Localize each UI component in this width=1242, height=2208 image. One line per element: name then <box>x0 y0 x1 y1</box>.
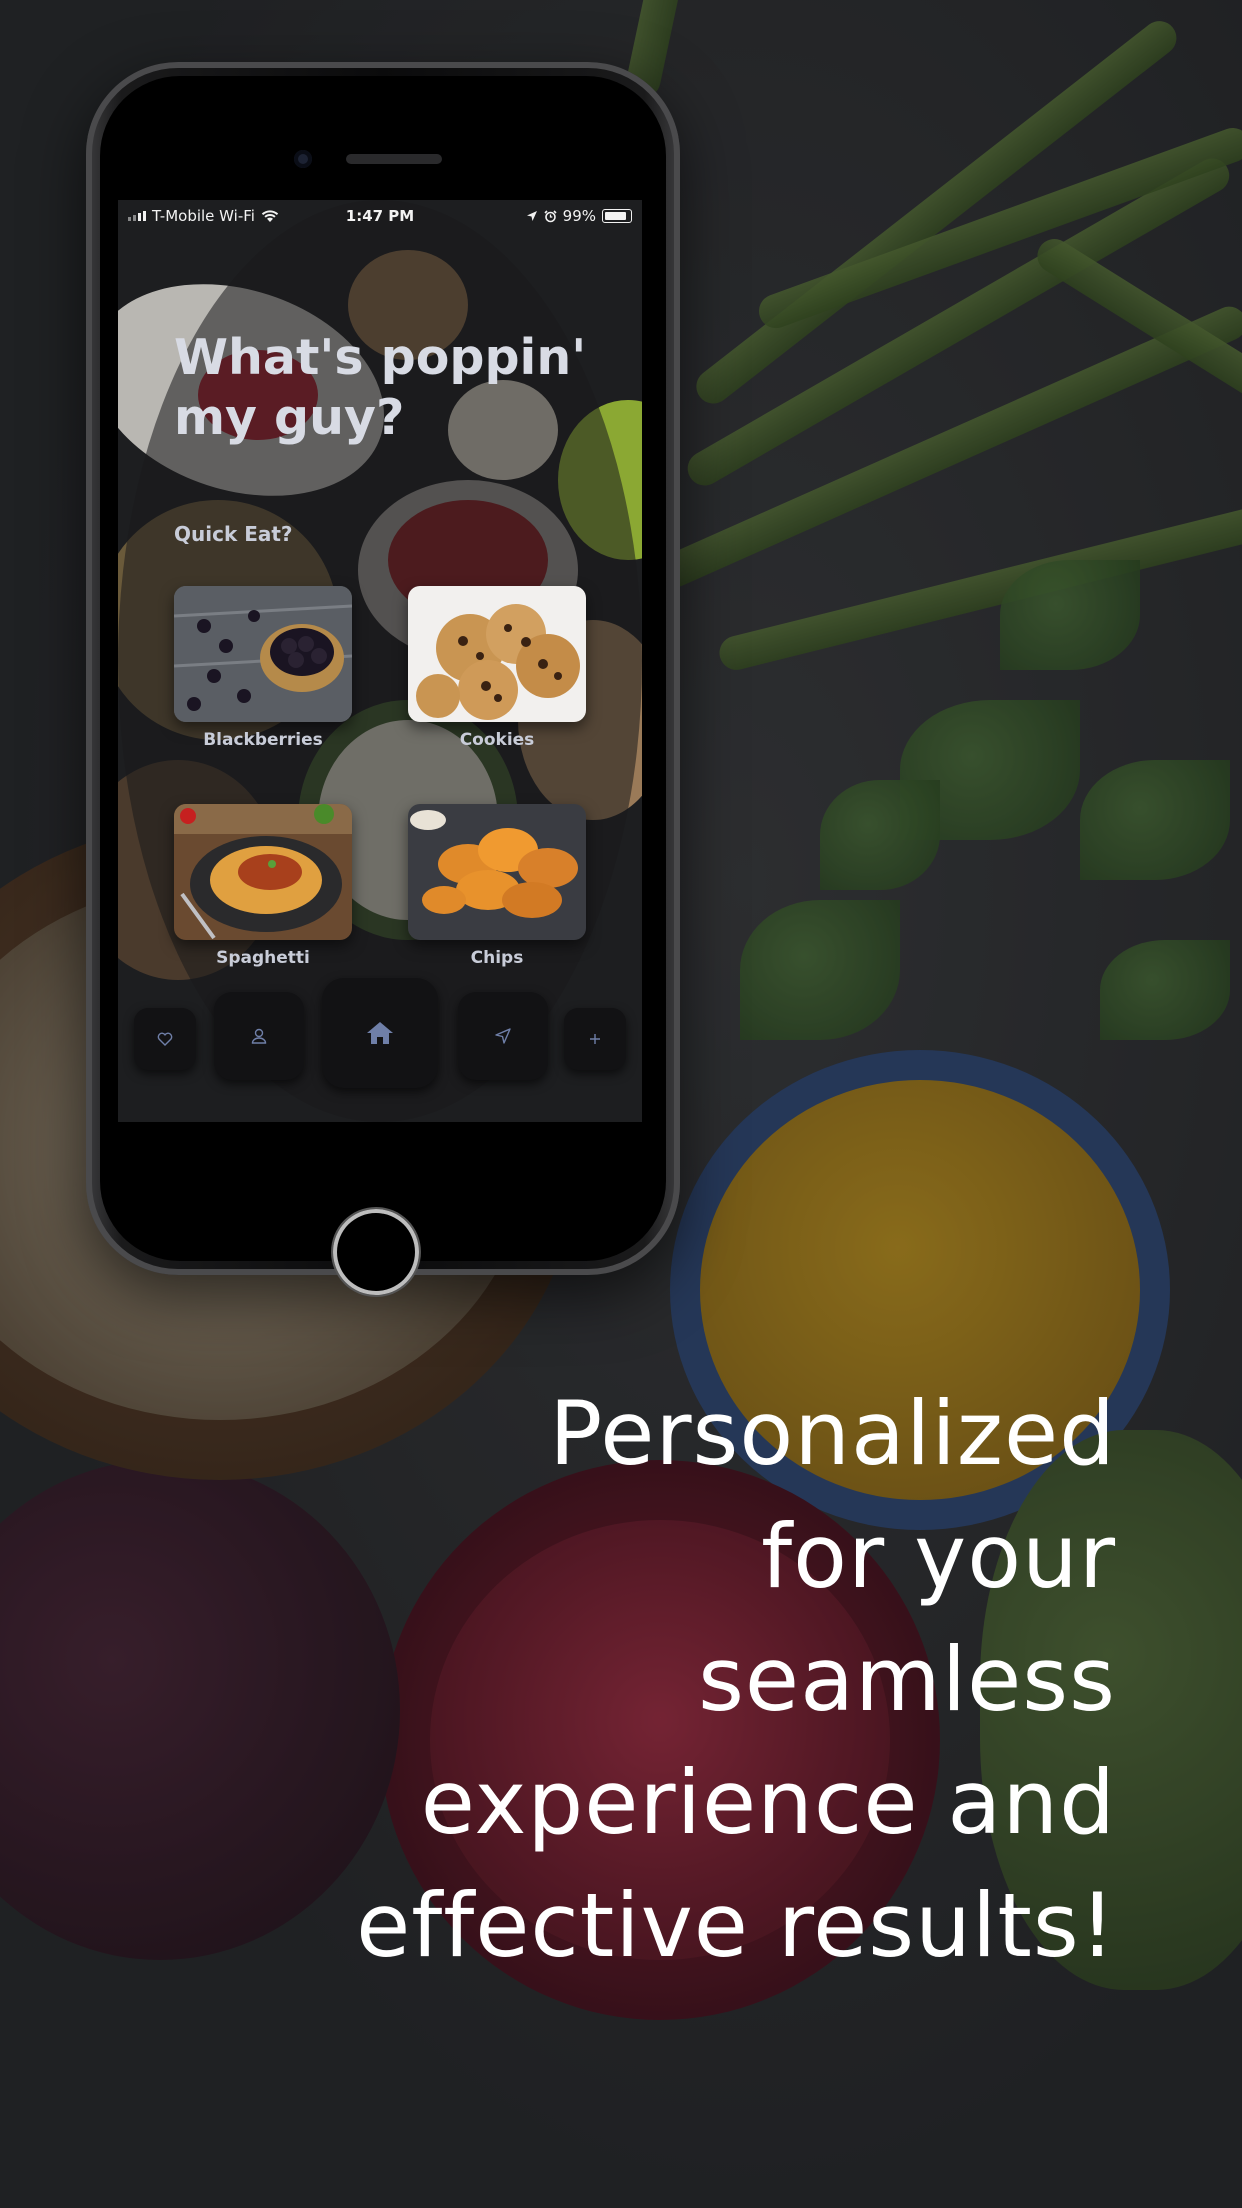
greeting-line-2: my guy? <box>174 389 405 446</box>
status-bar: T-Mobile Wi-Fi 1:47 PM 99% <box>118 200 642 232</box>
headline-line-4: experience and <box>420 1751 1116 1854</box>
blackberries-image <box>174 586 352 722</box>
chips-image <box>408 804 586 940</box>
alarm-icon <box>544 209 557 222</box>
quick-eat-label: Quick Eat? <box>174 522 293 546</box>
nav-add-button[interactable] <box>564 1008 626 1070</box>
headline-line-1: Personalized <box>549 1382 1116 1485</box>
food-card-spaghetti[interactable] <box>174 804 352 940</box>
location-services-icon <box>526 211 537 221</box>
front-camera <box>294 150 312 168</box>
spaghetti-image <box>174 804 352 940</box>
earpiece-speaker <box>346 154 442 164</box>
heart-icon <box>157 1032 173 1046</box>
nav-home-button[interactable] <box>322 978 438 1088</box>
food-card-cookies[interactable] <box>408 586 586 722</box>
food-card-blackberries[interactable] <box>174 586 352 722</box>
food-label-blackberries: Blackberries <box>203 730 323 750</box>
user-icon <box>251 1028 267 1044</box>
location-arrow-icon <box>495 1028 511 1044</box>
greeting-title: What's poppin' my guy? <box>174 328 594 448</box>
nav-favorites-button[interactable] <box>134 1008 196 1070</box>
plus-icon <box>590 1034 600 1044</box>
bottom-navigation <box>118 978 642 1088</box>
nav-profile-button[interactable] <box>214 992 304 1080</box>
marketing-headline: Personalized for your seamless experienc… <box>356 1372 1116 1987</box>
home-icon <box>367 1022 393 1044</box>
headline-line-5: effective results! <box>356 1874 1116 1977</box>
headline-line-3: seamless <box>698 1628 1116 1731</box>
food-label-spaghetti: Spaghetti <box>216 948 310 968</box>
food-label-chips: Chips <box>470 948 524 968</box>
cookies-image <box>408 586 586 722</box>
app-screen: T-Mobile Wi-Fi 1:47 PM 99% What's poppin… <box>118 200 642 1122</box>
greeting-line-1: What's poppin' <box>174 329 587 386</box>
food-label-cookies: Cookies <box>459 730 535 750</box>
battery-icon <box>602 209 632 223</box>
food-card-chips[interactable] <box>408 804 586 940</box>
battery-percent: 99% <box>562 207 596 225</box>
headline-line-2: for your <box>761 1505 1116 1608</box>
home-button[interactable] <box>333 1209 419 1295</box>
nav-explore-button[interactable] <box>458 992 548 1080</box>
